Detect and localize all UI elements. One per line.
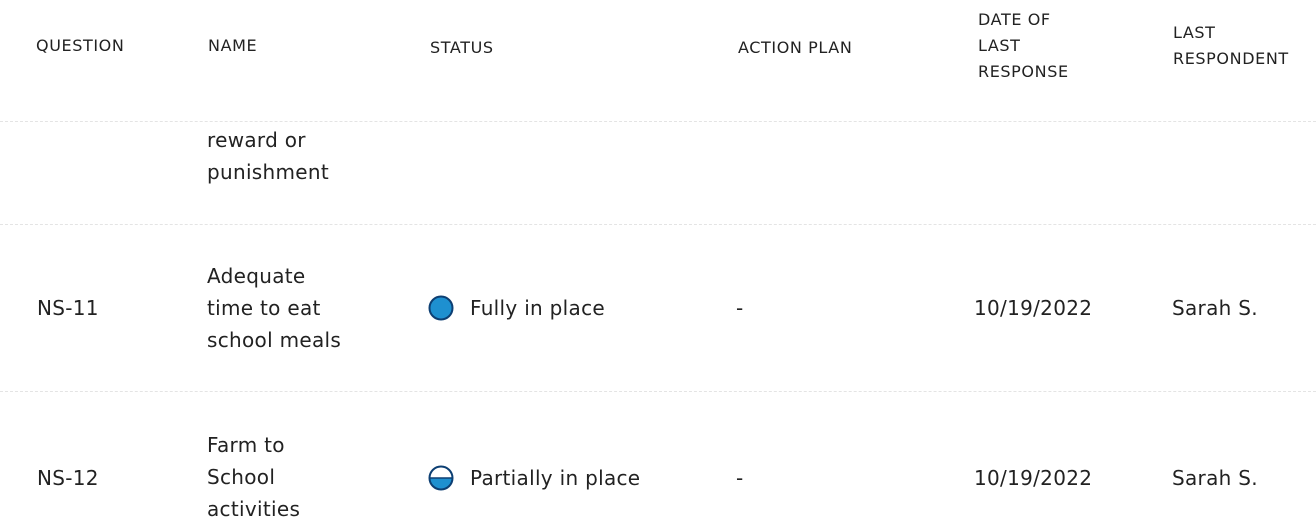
row-divider [0, 121, 1316, 122]
column-header-resp-line: LAST [1173, 23, 1216, 42]
status-cell: Partially in place [428, 462, 640, 494]
question-id: NS-12 [37, 466, 99, 490]
name-line: punishment [207, 160, 330, 184]
last-respondent: Sarah S. [1172, 296, 1258, 320]
status-cell: Fully in place [428, 292, 605, 324]
column-header-question[interactable]: QUESTION [36, 33, 124, 59]
action-plan-cell: - [736, 296, 744, 320]
name-line: Farm to [207, 433, 285, 457]
name-line: School [207, 465, 276, 489]
column-header-date-of-last-response[interactable]: DATE OF LAST RESPONSE [978, 7, 1098, 85]
column-header-last-respondent[interactable]: LAST RESPONDENT [1173, 20, 1316, 72]
row-divider [0, 224, 1316, 225]
name-line: time to eat [207, 296, 321, 320]
column-header-date-line: LAST [978, 36, 1021, 55]
responses-table: QUESTION NAME STATUS ACTION PLAN DATE OF… [0, 0, 1316, 524]
column-header-date-line: RESPONSE [978, 62, 1069, 81]
name-line: school meals [207, 328, 342, 352]
last-response-date: 10/19/2022 [974, 296, 1093, 320]
table-header: QUESTION NAME STATUS ACTION PLAN DATE OF… [0, 0, 1316, 120]
name-line: reward or [207, 128, 306, 152]
column-header-action-plan[interactable]: ACTION PLAN [738, 35, 852, 61]
row-divider [0, 391, 1316, 392]
last-respondent: Sarah S. [1172, 466, 1258, 490]
column-header-resp-line: RESPONDENT [1173, 49, 1289, 68]
action-plan-cell: - [736, 466, 744, 490]
column-header-status[interactable]: STATUS [430, 35, 494, 61]
column-header-name[interactable]: NAME [208, 33, 257, 59]
column-header-date-line: DATE OF [978, 10, 1051, 29]
name-cell: Adequate time to eat school meals [207, 260, 397, 356]
name-cell: Farm to School activities [207, 429, 397, 525]
question-id: NS-11 [37, 296, 99, 320]
last-response-date: 10/19/2022 [974, 466, 1093, 490]
status-label: Fully in place [470, 296, 605, 320]
name-line: Adequate [207, 264, 306, 288]
name-line: activities [207, 497, 301, 521]
full-circle-icon [428, 295, 454, 321]
name-cell: reward or punishment [207, 124, 397, 188]
half-circle-icon [428, 465, 454, 491]
status-label: Partially in place [470, 466, 641, 490]
